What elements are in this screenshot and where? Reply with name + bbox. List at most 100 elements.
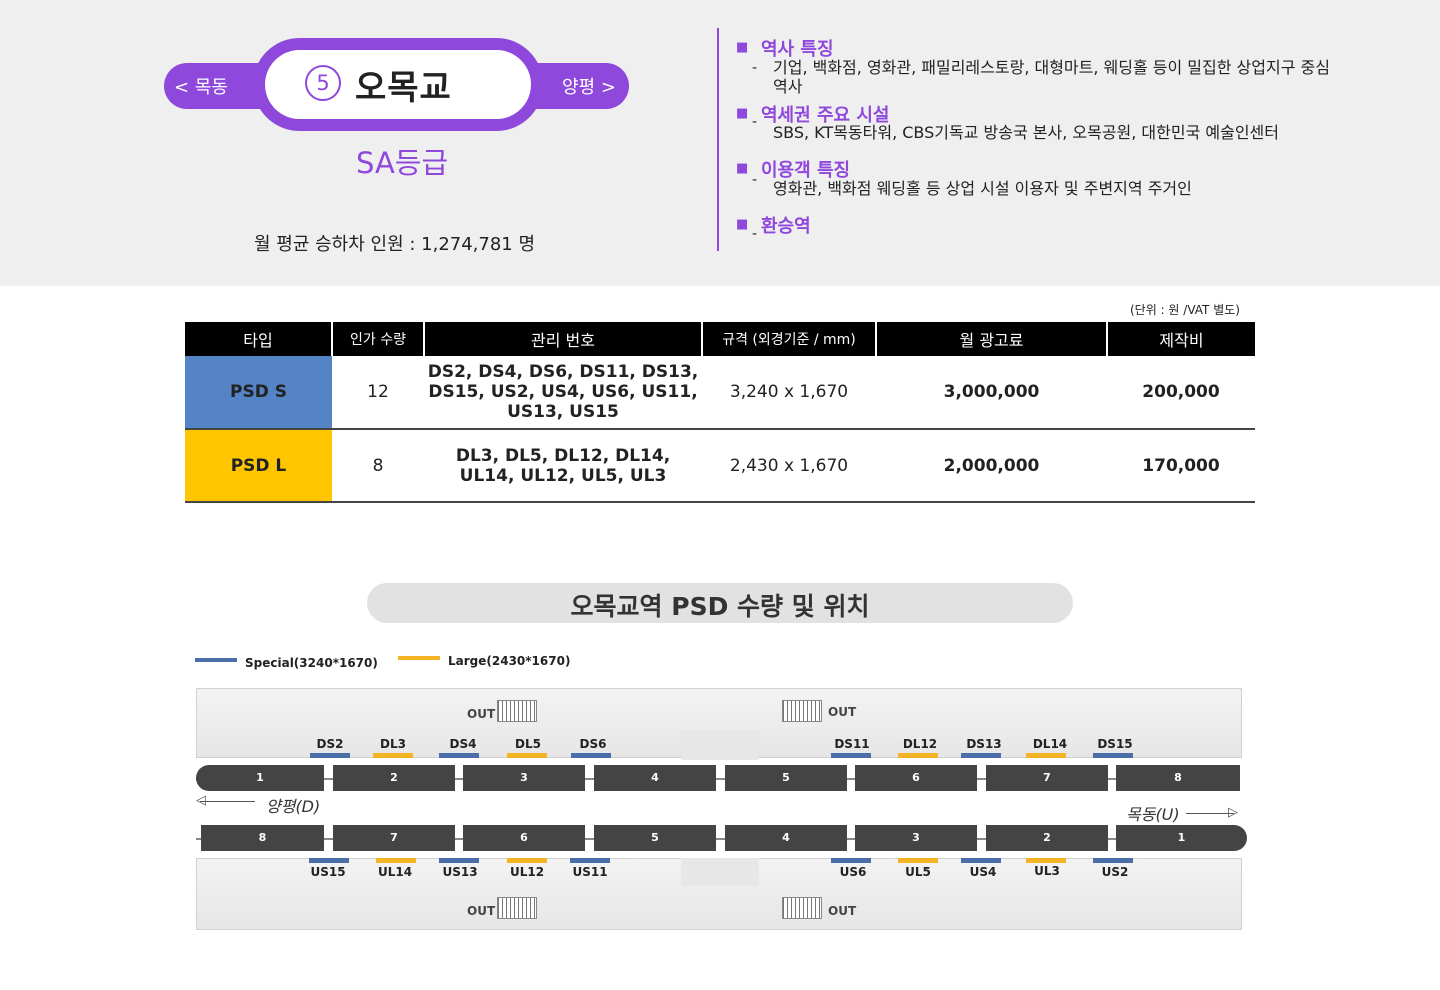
train-car: 6 bbox=[855, 765, 977, 791]
monthly-fee-cell: 3,000,000 bbox=[876, 356, 1107, 430]
door-label: UL3 bbox=[1034, 864, 1060, 878]
bullet-icon: ■ bbox=[736, 161, 749, 176]
stairs-icon bbox=[782, 897, 822, 919]
exit-label: OUT bbox=[828, 904, 857, 918]
codes-line: DS2, DS4, DS6, DS11, DS13, bbox=[427, 362, 699, 382]
stairs-icon bbox=[497, 700, 537, 722]
psd-marker bbox=[961, 858, 1001, 863]
bullet-icon: ■ bbox=[736, 217, 749, 232]
train-car: 8 bbox=[201, 825, 324, 851]
train-car: 3 bbox=[463, 765, 585, 791]
unit-note: (단위 : 원 /VAT 별도) bbox=[1130, 303, 1240, 317]
train-car: 2 bbox=[986, 825, 1108, 851]
dash-icon: - bbox=[752, 60, 758, 76]
door-label: US2 bbox=[1101, 865, 1129, 879]
codes-line: DL3, DL5, DL12, DL14, bbox=[455, 445, 671, 466]
train-car: 5 bbox=[594, 825, 716, 851]
codes-line: US13, US15 bbox=[507, 402, 619, 422]
psd-marker bbox=[1026, 858, 1066, 863]
line-number-badge: 5 bbox=[305, 65, 341, 101]
door-label: DS6 bbox=[579, 737, 607, 751]
type-cell: PSD S bbox=[185, 356, 332, 430]
table-row: PSD S 12 DS2, DS4, DS6, DS11, DS13, DS15… bbox=[185, 356, 1255, 430]
feature-title: 환승역 bbox=[761, 216, 811, 237]
type-cell: PSD L bbox=[185, 429, 332, 503]
train-car: 7 bbox=[986, 765, 1108, 791]
ad-rate-table: 타입 인가 수량 관리 번호 규격 (외경기준 / mm) 월 광고료 제작비 … bbox=[185, 322, 1255, 503]
special-legend-swatch bbox=[195, 658, 237, 662]
column-header: 월 광고료 bbox=[875, 322, 1107, 356]
psd-marker bbox=[961, 753, 1001, 758]
train-car: 2 bbox=[333, 765, 455, 791]
door-label: US13 bbox=[442, 865, 478, 879]
dash-icon: - bbox=[752, 226, 758, 242]
station-grade: SA등급 bbox=[356, 146, 449, 180]
door-label: UL14 bbox=[377, 865, 413, 879]
table-header-row: 타입 인가 수량 관리 번호 규격 (외경기준 / mm) 월 광고료 제작비 bbox=[185, 322, 1255, 356]
train-car: 1 bbox=[196, 765, 324, 791]
codes-cell: DL3, DL5, DL12, DL14, UL14, UL12, UL5, U… bbox=[424, 429, 702, 503]
psd-marker bbox=[310, 753, 350, 758]
direction-up-label: 목동(U) bbox=[1126, 805, 1180, 824]
arrow-left-icon: ◁ bbox=[196, 793, 206, 808]
psd-marker bbox=[570, 858, 610, 863]
exit-label: OUT bbox=[467, 904, 496, 918]
train-car: 5 bbox=[725, 765, 847, 791]
stairs-icon bbox=[497, 897, 537, 919]
psd-marker bbox=[898, 753, 938, 758]
psd-marker bbox=[831, 858, 871, 863]
psd-marker bbox=[831, 753, 871, 758]
train-car: 1 bbox=[1116, 825, 1247, 851]
door-label: US6 bbox=[839, 865, 867, 879]
dash-icon: - bbox=[752, 114, 758, 130]
psd-marker bbox=[376, 858, 416, 863]
monthly-riders: 월 평균 승하차 인원 : 1,274,781 명 bbox=[254, 234, 536, 255]
door-label: DS11 bbox=[834, 737, 870, 751]
large-legend-label: Large(2430*1670) bbox=[448, 654, 571, 668]
door-label: DL14 bbox=[1032, 737, 1068, 751]
train-car: 3 bbox=[855, 825, 977, 851]
feature-text: 영화관, 백화점 웨딩홀 등 상업 시설 이용자 및 주변지역 주거인 bbox=[773, 179, 1192, 198]
production-cost-cell: 200,000 bbox=[1107, 356, 1255, 430]
special-legend-label: Special(3240*1670) bbox=[245, 656, 378, 670]
feature-text: 기업, 백화점, 영화관, 패밀리레스토랑, 대형마트, 웨딩홀 등이 밀집한 … bbox=[773, 58, 1330, 96]
table-row: PSD L 8 DL3, DL5, DL12, DL14, UL14, UL12… bbox=[185, 429, 1255, 503]
column-header: 규격 (외경기준 / mm) bbox=[701, 322, 876, 356]
column-header: 인가 수량 bbox=[331, 322, 424, 356]
codes-line: DS15, US2, US4, US6, US11, bbox=[428, 382, 698, 402]
monthly-fee-cell: 2,000,000 bbox=[876, 429, 1107, 503]
next-station-link[interactable]: 양평 > bbox=[562, 73, 616, 99]
exit-label: OUT bbox=[828, 705, 857, 719]
psd-marker bbox=[898, 858, 938, 863]
station-info-panel bbox=[0, 0, 1440, 286]
vertical-divider bbox=[717, 28, 719, 251]
codes-line: UL14, UL12, UL5, UL3 bbox=[459, 465, 667, 486]
direction-arrow-line bbox=[200, 801, 255, 802]
exit-label: OUT bbox=[467, 707, 496, 721]
psd-marker bbox=[1093, 858, 1133, 863]
column-header: 관리 번호 bbox=[423, 322, 702, 356]
station-name: 오목교 bbox=[355, 68, 452, 108]
door-label: DS2 bbox=[316, 737, 344, 751]
psd-marker bbox=[439, 753, 479, 758]
psd-marker bbox=[309, 858, 349, 863]
door-label: DS13 bbox=[966, 737, 1002, 751]
psd-marker bbox=[571, 753, 611, 758]
door-label: UL12 bbox=[509, 865, 545, 879]
prev-station-link[interactable]: < 목동 bbox=[174, 73, 228, 99]
direction-arrow-line bbox=[1186, 813, 1234, 814]
psd-marker bbox=[507, 753, 547, 758]
size-cell: 3,240 x 1,670 bbox=[702, 356, 876, 430]
psd-marker bbox=[373, 753, 413, 758]
train-car: 6 bbox=[463, 825, 585, 851]
train-car: 7 bbox=[333, 825, 455, 851]
direction-down-label: 양평(D) bbox=[266, 797, 321, 816]
stairs-icon bbox=[782, 700, 822, 722]
qty-cell: 12 bbox=[332, 356, 424, 430]
large-legend-swatch bbox=[398, 656, 440, 660]
psd-marker bbox=[1026, 753, 1066, 758]
door-label: DL3 bbox=[380, 737, 406, 751]
size-cell: 2,430 x 1,670 bbox=[702, 429, 876, 503]
column-header: 타입 bbox=[185, 322, 332, 356]
dash-icon: - bbox=[752, 172, 758, 188]
